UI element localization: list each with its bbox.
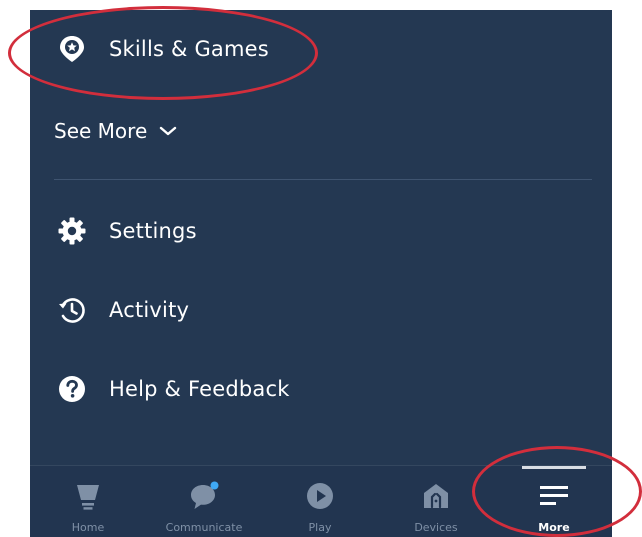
active-tab-indicator xyxy=(522,466,586,469)
settings-label: Settings xyxy=(109,219,197,243)
nav-play[interactable]: Play xyxy=(262,466,378,537)
skills-games-menu-item[interactable]: Skills & Games xyxy=(55,27,269,71)
help-feedback-menu-item[interactable]: Help & Feedback xyxy=(55,367,290,411)
nav-devices[interactable]: Devices xyxy=(378,466,494,537)
bottom-nav-bar: Home Communicate Play Devices More xyxy=(30,465,612,537)
nav-communicate[interactable]: Communicate xyxy=(146,466,262,537)
app-screen: Skills & Games See More Settings Activit… xyxy=(30,10,612,537)
gear-icon xyxy=(55,214,89,248)
nav-home-label: Home xyxy=(71,521,105,534)
history-clock-icon xyxy=(55,293,89,327)
see-more-label: See More xyxy=(54,119,148,143)
play-circle-icon xyxy=(303,479,337,513)
nav-more-label: More xyxy=(538,521,570,534)
skills-pin-star-icon xyxy=(55,32,89,66)
nav-communicate-label: Communicate xyxy=(165,521,243,534)
nav-home[interactable]: Home xyxy=(30,466,146,537)
nav-play-label: Play xyxy=(308,521,332,534)
see-more-toggle[interactable]: See More xyxy=(54,114,179,148)
help-feedback-label: Help & Feedback xyxy=(109,377,290,401)
nav-more[interactable]: More xyxy=(496,466,612,537)
notification-dot xyxy=(210,481,219,490)
devices-house-icon xyxy=(419,479,453,513)
skills-games-label: Skills & Games xyxy=(109,37,269,61)
question-circle-icon xyxy=(55,372,89,406)
nav-devices-label: Devices xyxy=(414,521,458,534)
settings-menu-item[interactable]: Settings xyxy=(55,209,197,253)
chevron-down-icon xyxy=(159,121,179,141)
activity-menu-item[interactable]: Activity xyxy=(55,288,189,332)
hamburger-menu-icon xyxy=(537,479,571,513)
speech-bubble-icon xyxy=(187,479,221,513)
activity-label: Activity xyxy=(109,298,190,322)
home-icon xyxy=(71,479,105,513)
menu-divider xyxy=(54,179,592,180)
